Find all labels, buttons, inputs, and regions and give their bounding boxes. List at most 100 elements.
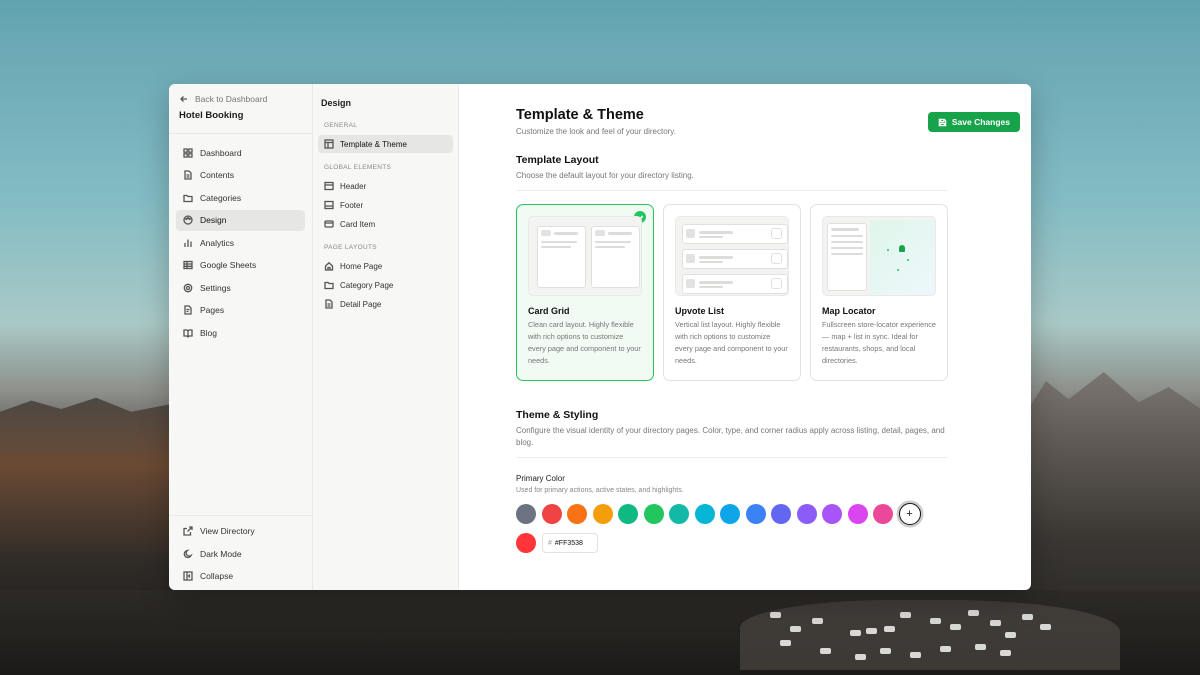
color-swatch[interactable] bbox=[618, 504, 638, 524]
sidebar-item-label: Collapse bbox=[200, 571, 234, 581]
back-label: Back to Dashboard bbox=[195, 93, 268, 104]
color-swatch[interactable] bbox=[694, 504, 715, 524]
sidebar-item-label: Dark Mode bbox=[200, 548, 242, 559]
document-icon bbox=[324, 299, 334, 309]
project-name: Hotel Booking bbox=[179, 110, 244, 121]
card-title: Upvote List bbox=[675, 306, 725, 316]
design-item-footer[interactable]: Footer bbox=[318, 196, 453, 214]
current-color-row: # #FF3538 bbox=[516, 533, 1031, 553]
color-swatch[interactable] bbox=[541, 504, 562, 524]
sidebar-item-label: Google Sheets bbox=[200, 260, 257, 270]
sidebar-item-dashboard[interactable]: Dashboard bbox=[176, 142, 305, 163]
collapse-button[interactable]: Collapse bbox=[176, 566, 305, 587]
save-icon bbox=[938, 118, 947, 126]
book-icon bbox=[183, 328, 193, 338]
upvote-list-preview bbox=[675, 216, 789, 296]
design-item-header[interactable]: Header bbox=[318, 177, 453, 195]
design-item-card-item[interactable]: Card Item bbox=[318, 215, 453, 233]
background-car bbox=[1005, 632, 1016, 638]
sidebar-item-label: Contents bbox=[200, 170, 235, 180]
save-label: Save Changes bbox=[951, 117, 1010, 127]
design-item-detail-page[interactable]: Detail Page bbox=[318, 295, 453, 313]
layout-card-upvote-list[interactable]: Upvote List Vertical list layout. Highly… bbox=[663, 204, 801, 381]
design-item-home-page[interactable]: Home Page bbox=[318, 257, 453, 275]
sidebar-item-categories[interactable]: Categories bbox=[176, 187, 305, 208]
color-swatch[interactable] bbox=[516, 504, 536, 524]
background-car bbox=[850, 630, 861, 636]
sidebar-item-blog[interactable]: Blog bbox=[176, 322, 305, 343]
sidebar-item-design[interactable]: Design bbox=[176, 209, 305, 231]
color-swatches: + bbox=[516, 503, 1031, 525]
sidebar-item-pages[interactable]: Pages bbox=[176, 300, 305, 321]
section-divider bbox=[516, 190, 948, 191]
layout-card-card-grid[interactable]: Card Grid Clean card layout. Highly flex… bbox=[516, 204, 654, 381]
background-car bbox=[780, 640, 791, 646]
color-swatch[interactable] bbox=[669, 504, 689, 524]
current-color-swatch[interactable] bbox=[516, 533, 536, 553]
design-item-label: Card Item bbox=[340, 219, 376, 229]
back-to-dashboard-link[interactable]: Back to Dashboard bbox=[169, 84, 312, 104]
color-swatch[interactable] bbox=[643, 504, 664, 524]
theme-styling-subtitle: Configure the visual identity of your di… bbox=[516, 426, 945, 447]
template-layout-subtitle: Choose the default layout for your direc… bbox=[516, 171, 694, 180]
folder-icon bbox=[324, 280, 334, 290]
background-car bbox=[975, 644, 986, 650]
section-label-general: GENERAL bbox=[324, 122, 358, 129]
sidebar-item-contents[interactable]: Contents bbox=[176, 165, 305, 186]
sidebar-item-analytics[interactable]: Analytics bbox=[176, 232, 305, 253]
sidebar-item-label: Pages bbox=[200, 305, 225, 315]
color-swatch[interactable] bbox=[873, 504, 893, 524]
view-directory-button[interactable]: View Directory bbox=[176, 521, 305, 542]
sidebar-item-label: Dashboard bbox=[200, 147, 242, 158]
palette-icon bbox=[183, 215, 193, 225]
color-swatch[interactable] bbox=[592, 504, 613, 524]
page-icon bbox=[183, 305, 193, 315]
sidebar-item-google-sheets[interactable]: Google Sheets bbox=[176, 255, 305, 276]
dark-mode-toggle[interactable]: Dark Mode bbox=[176, 543, 305, 564]
save-changes-button[interactable]: Save Changes bbox=[927, 112, 1020, 132]
collapse-icon bbox=[183, 571, 193, 581]
color-swatch[interactable] bbox=[567, 504, 587, 524]
sidebar-nav: Dashboard Contents Categories Design Ana… bbox=[169, 134, 312, 345]
design-item-template-theme[interactable]: Template & Theme bbox=[318, 135, 453, 153]
sidebar-item-settings[interactable]: Settings bbox=[176, 277, 305, 298]
sidebar: Back to Dashboard Hotel Booking Dashboar… bbox=[169, 84, 313, 590]
sidebar-item-label: View Directory bbox=[200, 526, 255, 536]
document-icon bbox=[183, 170, 193, 180]
header-icon bbox=[324, 181, 334, 191]
moon-icon bbox=[183, 549, 193, 559]
sidebar-item-label: Blog bbox=[200, 327, 218, 338]
background-car bbox=[812, 618, 823, 624]
hex-value: #FF3538 bbox=[554, 539, 583, 547]
table-icon bbox=[183, 260, 193, 270]
design-item-label: Category Page bbox=[340, 280, 394, 290]
card-description: Vertical list layout. Highly flexible wi… bbox=[675, 320, 788, 365]
background-car bbox=[940, 646, 951, 652]
layout-options: Card Grid Clean card layout. Highly flex… bbox=[516, 204, 1031, 381]
gear-icon bbox=[183, 283, 193, 293]
color-swatch[interactable] bbox=[771, 504, 791, 524]
background-car bbox=[855, 654, 866, 660]
card-description: Fullscreen store-locator experience — ma… bbox=[822, 320, 936, 365]
layout-card-map-locator[interactable]: Map Locator Fullscreen store-locator exp… bbox=[810, 204, 948, 381]
color-swatch[interactable] bbox=[745, 504, 766, 524]
dashboard-icon bbox=[183, 147, 193, 158]
section-label-page-layouts: PAGE LAYOUTS bbox=[324, 244, 377, 251]
color-swatch[interactable] bbox=[720, 504, 740, 524]
color-swatch[interactable] bbox=[847, 504, 868, 524]
color-swatch[interactable] bbox=[796, 504, 817, 524]
hex-color-input[interactable]: # #FF3538 bbox=[542, 533, 598, 553]
background-car bbox=[770, 612, 781, 618]
arrow-left-icon bbox=[179, 94, 189, 104]
color-swatch[interactable] bbox=[822, 504, 842, 524]
sidebar-item-label: Design bbox=[200, 215, 227, 225]
app-window: Back to Dashboard Hotel Booking Dashboar… bbox=[169, 84, 1031, 590]
design-item-label: Template & Theme bbox=[340, 139, 407, 149]
background-car bbox=[910, 652, 921, 658]
add-custom-color-button[interactable]: + bbox=[898, 503, 921, 525]
design-item-category-page[interactable]: Category Page bbox=[318, 276, 453, 294]
background-car bbox=[1000, 650, 1011, 656]
design-item-label: Footer bbox=[340, 200, 364, 210]
main-content: Template & Theme Customize the look and … bbox=[459, 84, 1031, 590]
primary-color-label: Primary Color bbox=[516, 474, 565, 483]
